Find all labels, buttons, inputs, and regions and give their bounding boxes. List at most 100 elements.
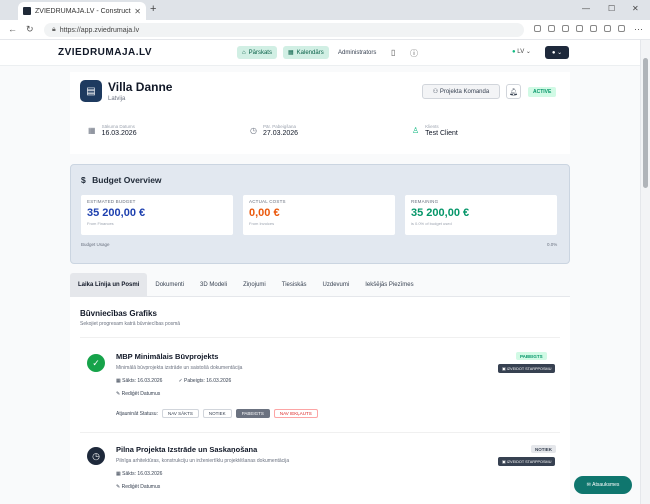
- feedback-button[interactable]: ✉ Atsauksmes: [574, 476, 632, 494]
- menu-icon[interactable]: ⋯: [634, 24, 643, 35]
- url-text: https://app.zviedrumaja.lv: [59, 26, 140, 34]
- stage-description: Pilnīga arhitektūras, konstrukciju un in…: [116, 458, 290, 464]
- reload-icon[interactable]: ↻: [26, 24, 34, 35]
- notifications-button[interactable]: 🔔︎: [506, 84, 521, 99]
- edit-dates-label: Rediģēt Datumus: [121, 391, 161, 397]
- maximize-icon[interactable]: ☐: [608, 4, 615, 13]
- minimize-icon[interactable]: —: [582, 4, 590, 13]
- tab-tasks[interactable]: Uzdevumi: [315, 273, 358, 297]
- feedback-label: Atsauksmes: [592, 482, 620, 488]
- create-milestone-button[interactable]: ▣ IZVEIDOT STARPPOSMU: [498, 457, 556, 466]
- project-team-label: Projekta Komanda: [439, 88, 490, 95]
- create-milestone-label: IZVEIDOT STARPPOSMU: [506, 459, 552, 464]
- close-tab-icon[interactable]: ✕: [134, 7, 141, 16]
- extension-icon[interactable]: [590, 25, 597, 32]
- schedule-title: Būvniecības Grafiks: [80, 309, 157, 318]
- clock-icon: ◷: [250, 126, 257, 135]
- project-tabs: Laika Līnija un Posmi Dokumenti 3D Model…: [70, 273, 570, 297]
- client-value: Test Client: [425, 130, 458, 137]
- client-label: Klients: [425, 124, 439, 129]
- calendar-icon: ▦: [288, 50, 294, 56]
- status-badge: ACTIVE: [528, 87, 557, 97]
- extension-icon[interactable]: [548, 25, 555, 32]
- edit-dates-link[interactable]: ✎ Rediģēt Datumus: [116, 391, 160, 397]
- url-field[interactable]: 🔒︎ https://app.zviedrumaja.lv: [44, 23, 524, 37]
- user-menu-button[interactable]: ● ⌄: [545, 46, 569, 59]
- stage-status-badge: NOTIEK: [531, 445, 557, 453]
- browser-tab-title: ZVIEDRUMAJA.LV - Construction: [35, 7, 132, 15]
- building-icon: ▤: [80, 80, 102, 102]
- stage-start-text: Sākts: 16.03.2026: [122, 471, 163, 477]
- stage-end-text: Pabeigts: 16.03.2026: [184, 378, 232, 384]
- schedule-panel: Būvniecības Grafiks Sekojiet progresam k…: [70, 297, 570, 504]
- tab-timeline[interactable]: Laika Līnija un Posmi: [70, 273, 148, 297]
- stage-dates: ▦ Sākts: 16.03.2026 ✓ Pabeigts: 16.03.20…: [116, 378, 247, 384]
- update-status-row: Atjaunināt Statusu: NAV SĀKTS NOTIEK PAB…: [116, 409, 318, 418]
- tab-legal[interactable]: Tiesiskās: [274, 273, 315, 297]
- estimated-label: ESTIMATED BUDGET: [87, 199, 136, 204]
- status-chip-in-progress[interactable]: NOTIEK: [202, 409, 232, 418]
- check-icon: ✓: [87, 354, 105, 372]
- scrollbar-thumb[interactable]: [643, 58, 648, 188]
- actual-value: 0,00 €: [249, 207, 280, 219]
- stage-start: ▦ Sākts: 16.03.2026: [116, 378, 163, 384]
- end-date-label: Pār. Pabeigšana: [262, 124, 297, 129]
- extension-icon[interactable]: [576, 25, 583, 32]
- nav-calendar[interactable]: ▦ Kalendārs: [283, 46, 329, 59]
- estimated-budget-card: ESTIMATED BUDGET 35 200,00 € From Financ…: [81, 195, 233, 235]
- favicon-icon: [23, 7, 31, 15]
- stage-start-text: Sākts: 16.03.2026: [122, 378, 163, 384]
- status-chip-not-started[interactable]: NAV SĀKTS: [161, 409, 199, 418]
- update-status-label: Atjaunināt Statusu:: [116, 410, 158, 417]
- extension-icon[interactable]: [604, 25, 611, 32]
- project-name: Villa Danne: [108, 80, 173, 94]
- language-selector[interactable]: ● LV ⌄: [512, 48, 531, 55]
- extension-icon[interactable]: [562, 25, 569, 32]
- remaining-label: REMAINING: [411, 199, 439, 204]
- create-milestone-button[interactable]: ▣ IZVEIDOT STARPPOSMU: [498, 364, 556, 373]
- book-icon[interactable]: ▯: [391, 48, 395, 57]
- stage-status-badge: PABEIGTS: [516, 352, 547, 360]
- help-icon[interactable]: ⓘ: [410, 48, 418, 59]
- nav-calendar-label: Kalendārs: [296, 49, 324, 56]
- remaining-value: 35 200,00 €: [411, 207, 470, 219]
- browser-tabstrip: ZVIEDRUMAJA.LV - Construction ✕ + — ☐ ✕: [0, 0, 650, 20]
- budget-title: $ Budget Overview: [81, 175, 162, 185]
- globe-icon: ●: [512, 49, 516, 55]
- nav-admin[interactable]: Administrators: [333, 46, 381, 59]
- extension-icon[interactable]: [618, 25, 625, 32]
- main-content: ▤ Villa Danne Latvija ⚇ Projekta Komanda…: [0, 66, 640, 504]
- budget-title-text: Budget Overview: [92, 175, 162, 185]
- estimated-value: 35 200,00 €: [87, 207, 146, 219]
- edit-dates-link[interactable]: ✎ Rediģēt Datumus: [116, 484, 160, 490]
- schedule-item: ✓ MBP Minimālais Būvprojekts Minimālā bū…: [80, 337, 560, 432]
- schedule-item: ◷ Pilna Projekta Izstrāde un Saskaņošana…: [80, 432, 560, 504]
- nav-overview[interactable]: ⌂ Pārskats: [237, 46, 277, 59]
- stage-dates: ▦ Sākts: 16.03.2026: [116, 471, 178, 477]
- schedule-subtitle: Sekojiet progresam katrā būvniecības pos…: [80, 321, 181, 327]
- start-date-label: Sākuma Datums: [101, 124, 135, 129]
- tab-documents[interactable]: Dokumenti: [147, 273, 192, 297]
- back-icon[interactable]: ←: [8, 24, 17, 34]
- status-chip-not-included[interactable]: NAV IEKĻAUTS: [273, 409, 318, 418]
- team-icon: ⚇: [432, 89, 440, 95]
- tab-internal-notes[interactable]: Iekšējās Piezīmes: [357, 273, 421, 297]
- browser-tab[interactable]: ZVIEDRUMAJA.LV - Construction ✕: [18, 2, 146, 20]
- tab-reports[interactable]: Ziņojumi: [235, 273, 274, 297]
- actual-label: ACTUAL COSTS: [249, 199, 286, 204]
- new-tab-icon[interactable]: +: [150, 3, 156, 15]
- user-icon: ●: [551, 49, 556, 56]
- tab-3d-models[interactable]: 3D Modeli: [192, 273, 235, 297]
- bell-icon: 🔔︎: [509, 88, 518, 96]
- stage-name: MBP Minimālais Būvprojekts: [116, 352, 219, 361]
- close-window-icon[interactable]: ✕: [632, 4, 639, 13]
- stage-start: ▦ Sākts: 16.03.2026: [116, 471, 163, 477]
- page-scrollbar[interactable]: [640, 40, 650, 504]
- extension-icon[interactable]: [534, 25, 541, 32]
- stage-description: Minimālā būvprojekta izstrāde un saistoš…: [116, 365, 243, 371]
- lock-icon: 🔒︎: [52, 26, 56, 33]
- project-team-button[interactable]: ⚇ Projekta Komanda: [422, 84, 500, 99]
- start-date-value: 16.03.2026: [101, 130, 137, 137]
- status-chip-completed[interactable]: PABEIGTS: [235, 409, 270, 418]
- logo[interactable]: ZVIEDRUMAJA.LV: [58, 47, 152, 58]
